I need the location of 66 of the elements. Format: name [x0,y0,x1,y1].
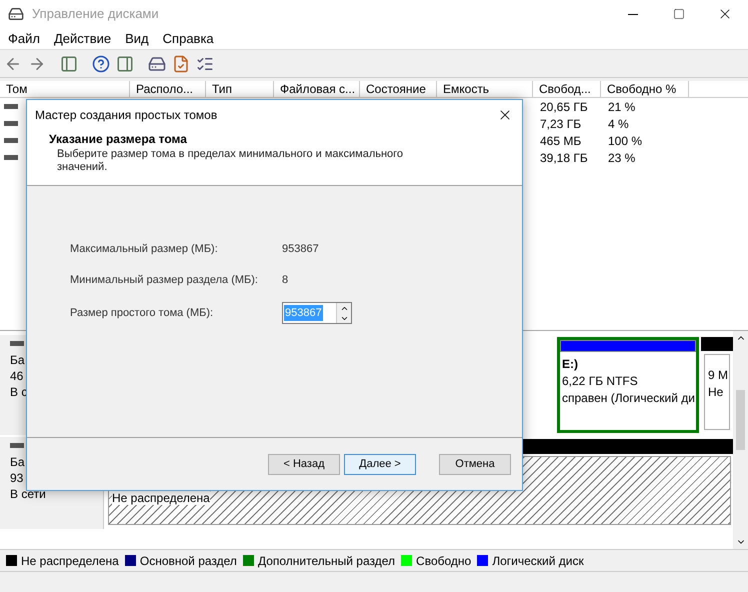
menu-item[interactable]: Действие [48,28,118,48]
table-cell-text: 100 % [607,132,644,150]
table-cell-text: 4 % [607,116,630,132]
table-cell-text: 39,18 ГБ [539,150,589,166]
column-header[interactable]: Состояние [360,81,437,97]
volume-icon [4,155,18,160]
disk-text: Ба [10,352,26,368]
field-label: Размер простого тома (МБ): [70,306,214,321]
table-cell-text: 465 МБ [539,132,582,150]
wizard-button[interactable]: Далее > [344,454,416,474]
menu-item[interactable]: Справка [156,28,220,48]
volume-icon [4,138,18,143]
menu-item[interactable]: Вид [119,28,155,48]
field-label: Максимальный размер (МБ): [70,242,219,257]
volume-icon [4,121,18,126]
app-icon [8,6,24,22]
menu-item[interactable]: Файл [2,28,46,48]
spin-down-button[interactable] [337,313,351,323]
column-header[interactable]: Емкость [437,81,533,97]
wizard-button[interactable]: Отмена [439,454,511,474]
field-label: Минимальный размер раздела (МБ): [70,272,259,288]
partition-text: 9 М [708,367,729,384]
partition-text: Не [708,384,724,401]
wizard-subtitle: Выберите размер тома в пределах минимального и максимального значений. [57,148,404,174]
spin-up-button[interactable] [337,303,351,313]
partition-block[interactable]: E:) 6,22 ГБ NTFS справен (Логический ди [557,337,699,433]
column-header[interactable]: Свободно % [601,81,689,97]
table-cell-text: 21 % [607,98,636,116]
partition-text: 6,22 ГБ NTFS [562,373,639,390]
table-cell-text: 20,65 ГБ [539,98,589,116]
column-header[interactable]: Том [0,81,130,97]
partition-block[interactable]: 9 М Не [701,337,733,433]
help-icon[interactable] [92,54,110,72]
scrollbar[interactable] [733,331,748,549]
column-header[interactable]: Располо... [130,81,206,97]
table-cell-text: 23 % [607,150,636,166]
legend-label: Дополнительный раздел [258,552,396,570]
dialog-title: Мастер создания простых томов [35,107,218,124]
legend-label: Свободно [416,552,472,570]
column-header[interactable]: Файловая с... [274,81,360,97]
panel-icon[interactable] [60,54,78,72]
disk-text: 93 [10,470,24,486]
disk-text: Ба [10,454,26,470]
partition-text: справен (Логический ди [562,390,694,407]
table-cell-text: 7,23 ГБ [539,116,582,132]
volume-icon [4,104,18,109]
wizard-button[interactable]: < Назад [268,454,340,474]
window-title: Управление дисками [32,5,159,24]
field-value: 953867 [282,242,319,257]
panel-icon[interactable] [116,54,134,72]
legend-label: Не распределена [21,552,119,570]
partition-text: Не распределена [112,491,210,505]
wizard-heading: Указание размера тома [49,131,188,148]
partition-text: E:) [562,356,579,373]
maximize-icon [673,8,685,20]
partition-bar [701,337,733,351]
disk-text: В сети [10,486,47,502]
drive-icon[interactable] [148,54,166,72]
field-value: 8 [282,272,288,288]
column-header[interactable]: Свобод... [533,81,601,97]
legend-label: Логический диск [492,552,584,570]
legend-label: Основной раздел [140,552,237,570]
scrollbar-thumb[interactable] [736,390,745,450]
disk-text: 46 [10,368,24,384]
checklist-icon[interactable] [172,54,190,72]
column-header[interactable]: Тип [206,81,274,97]
